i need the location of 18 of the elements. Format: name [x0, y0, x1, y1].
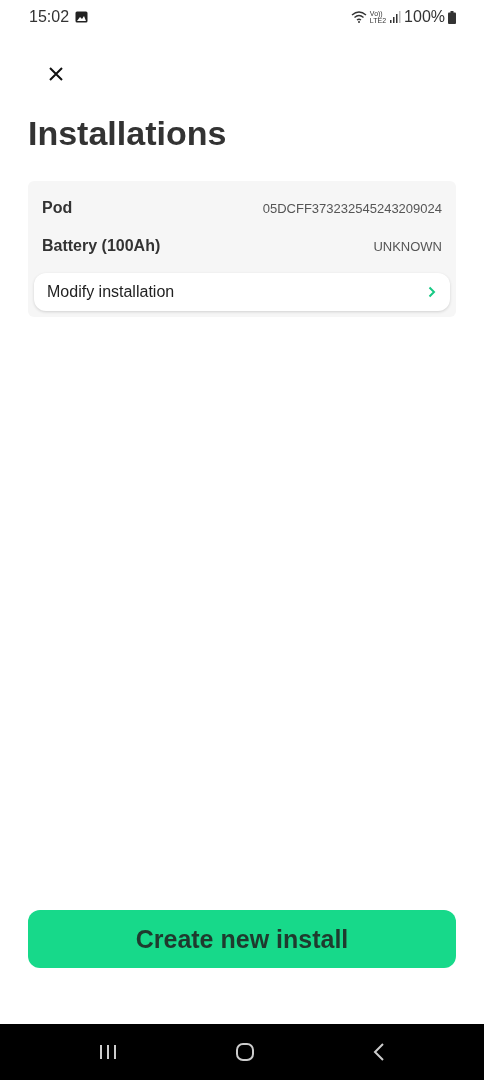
chevron-right-icon [428, 286, 436, 298]
wifi-icon [350, 11, 367, 23]
signal-icon [389, 11, 402, 23]
home-icon[interactable] [235, 1042, 255, 1062]
back-icon[interactable] [371, 1042, 386, 1062]
clock: 15:02 [29, 8, 70, 26]
image-icon [75, 11, 89, 23]
row-value: UNKNOWN [373, 238, 442, 254]
recent-apps-icon[interactable] [98, 1044, 119, 1060]
page-title: Installations [28, 114, 228, 153]
create-install-button[interactable]: Create new install [28, 910, 456, 968]
battery-icon [448, 10, 456, 24]
row-label: Battery (100Ah) [42, 237, 161, 255]
row-value: 05DCFF373232545243209024 [262, 200, 442, 216]
modify-installation-button[interactable]: Modify installation [34, 273, 450, 311]
row-label: Pod [42, 199, 73, 217]
close-icon [48, 66, 64, 82]
battery-percent: 100% [404, 8, 445, 26]
